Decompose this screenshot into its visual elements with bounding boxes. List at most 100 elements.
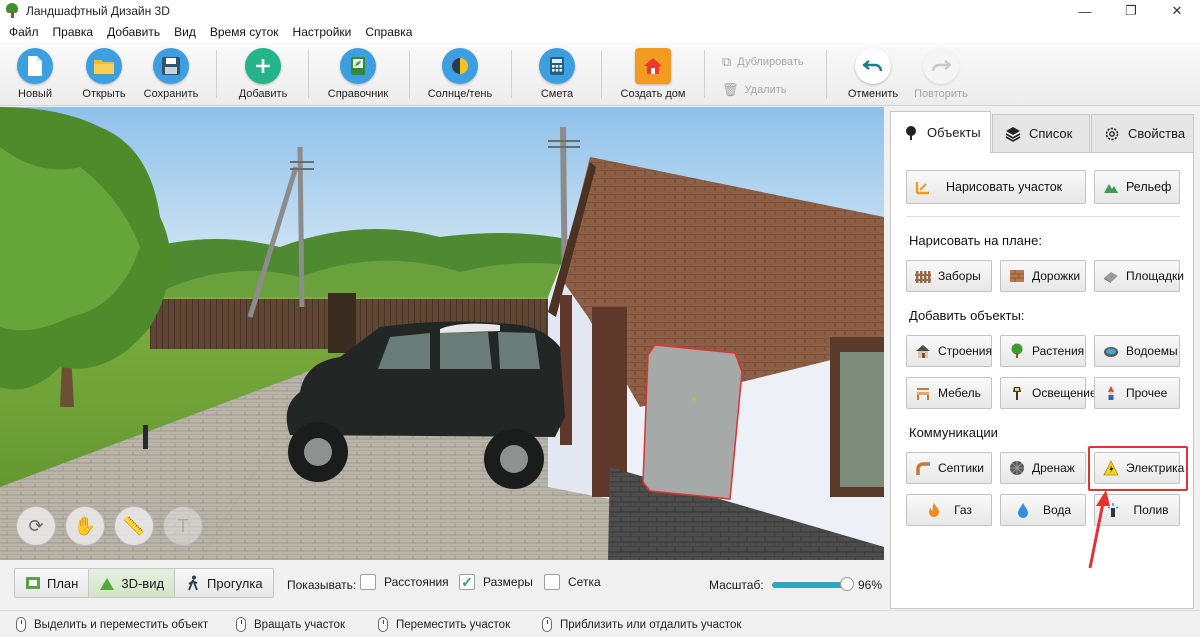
menu-settings[interactable]: Настройки: [286, 25, 359, 39]
calculator-icon: [539, 48, 575, 84]
paving-icon: [1010, 270, 1024, 282]
open-button[interactable]: Открыть: [80, 48, 128, 100]
menu-time-of-day[interactable]: Время суток: [203, 25, 286, 39]
distances-checkbox[interactable]: Расстояния: [360, 574, 449, 590]
new-button[interactable]: Новый: [12, 48, 58, 100]
relief-label: Рельеф: [1126, 180, 1172, 194]
plan-mode-label: План: [47, 575, 79, 591]
duplicate-button[interactable]: ⧉ Дублировать: [722, 54, 804, 70]
areas-button[interactable]: Площадки: [1094, 260, 1184, 292]
communications-title: Коммуникации: [909, 425, 998, 440]
grid-label: Сетка: [568, 575, 601, 589]
undo-button[interactable]: Отменить: [846, 48, 900, 100]
scene-3d-viewport[interactable]: ⚡ ⟳ ✋ 📏 T: [0, 107, 884, 560]
menu-file[interactable]: Файл: [2, 25, 46, 39]
hand-pan-icon[interactable]: ✋: [65, 506, 105, 546]
plants-button[interactable]: Растения: [1000, 335, 1086, 367]
drainage-label: Дренаж: [1032, 461, 1075, 475]
delete-button[interactable]: 🗑 Удалить: [722, 82, 787, 98]
ponds-label: Водоемы: [1126, 344, 1178, 358]
reference-button[interactable]: Справочник: [326, 48, 390, 100]
fences-label: Заборы: [938, 269, 981, 283]
scale-slider-handle[interactable]: [839, 577, 854, 591]
panel-tabs: Объекты Список Свойства: [890, 111, 1194, 153]
septic-button[interactable]: Септики: [906, 452, 992, 484]
hint-select-text: Выделить и переместить объект: [34, 618, 209, 631]
sun-shadow-button[interactable]: Солнце/тень: [426, 48, 494, 100]
scale-slider[interactable]: [772, 577, 854, 591]
layers-icon: [1005, 126, 1021, 142]
objects-panel: Объекты Список Свойства Нарисовать участ…: [890, 111, 1194, 609]
draw-plot-button[interactable]: Нарисовать участок: [906, 170, 1086, 204]
show-label: Показывать:: [287, 578, 357, 592]
sizes-checkbox-box[interactable]: ✓: [459, 574, 475, 590]
walk-mode-button[interactable]: Прогулка: [175, 569, 273, 597]
tab-list[interactable]: Список: [992, 114, 1090, 152]
walking-person-icon: [188, 575, 198, 591]
plan-mode-button[interactable]: План: [15, 569, 90, 597]
minimize-button[interactable]: —: [1062, 0, 1108, 22]
tab-properties[interactable]: Свойства: [1091, 114, 1194, 152]
furniture-label: Мебель: [938, 386, 981, 400]
text-tool-icon[interactable]: T: [163, 506, 203, 546]
close-button[interactable]: ✕: [1154, 0, 1200, 22]
mouse-wheel-icon: [542, 617, 552, 632]
folder-icon: [86, 48, 122, 84]
menu-edit[interactable]: Правка: [46, 25, 101, 39]
paths-button[interactable]: Дорожки: [1000, 260, 1086, 292]
maximize-button[interactable]: ❐: [1108, 0, 1154, 22]
mouse-right-icon: [236, 617, 246, 632]
create-house-button[interactable]: Создать дом: [618, 48, 688, 100]
save-label: Сохранить: [143, 88, 199, 100]
redo-button[interactable]: Повторить: [912, 48, 970, 100]
toolbar-separator: [216, 50, 217, 98]
svg-text:⚡: ⚡: [690, 395, 697, 406]
objects-tab-content: Нарисовать участок Рельеф Нарисовать на …: [890, 152, 1194, 609]
grid-checkbox[interactable]: Сетка: [544, 574, 601, 590]
hint-move-text: Переместить участок: [396, 618, 511, 631]
sizes-checkbox[interactable]: ✓ Размеры: [459, 574, 533, 590]
open-label: Открыть: [82, 88, 126, 100]
menu-view[interactable]: Вид: [167, 25, 203, 39]
fence-icon: [915, 271, 931, 283]
gnome-icon: [1108, 386, 1114, 400]
grid-checkbox-box[interactable]: [544, 574, 560, 590]
distances-checkbox-box[interactable]: [360, 574, 376, 590]
water-label: Вода: [1042, 503, 1072, 517]
menu-add[interactable]: Добавить: [100, 25, 167, 39]
tree-icon: [906, 125, 916, 140]
estimate-button[interactable]: Смета: [536, 48, 578, 100]
drainage-button[interactable]: Дренаж: [1000, 452, 1086, 484]
save-button[interactable]: Сохранить: [142, 48, 200, 100]
water-button[interactable]: Вода: [1000, 494, 1086, 526]
plants-label: Растения: [1032, 344, 1085, 358]
furniture-button[interactable]: Мебель: [906, 377, 992, 409]
duplicate-icon: ⧉: [722, 54, 732, 69]
tab-objects[interactable]: Объекты: [890, 111, 991, 153]
menu-help[interactable]: Справка: [358, 25, 419, 39]
building-icon: [916, 345, 930, 358]
fences-button[interactable]: Заборы: [906, 260, 992, 292]
scene-3d-render: ⚡: [0, 107, 884, 560]
septic-label: Септики: [938, 461, 984, 475]
rotate-view-icon[interactable]: ⟳: [16, 506, 56, 546]
lighting-button[interactable]: Освещение: [1000, 377, 1097, 409]
other-button[interactable]: Прочее: [1094, 377, 1180, 409]
ponds-button[interactable]: Водоемы: [1094, 335, 1180, 367]
buildings-button[interactable]: Строения: [906, 335, 992, 367]
lighting-label: Освещение: [1032, 386, 1097, 400]
status-bar: Выделить и переместить объект Вращать уч…: [0, 610, 1200, 637]
3d-mode-button[interactable]: 3D-вид: [89, 569, 176, 597]
mountain-icon: [1104, 184, 1118, 193]
ruler-icon[interactable]: 📏: [114, 506, 154, 546]
relief-button[interactable]: Рельеф: [1094, 170, 1180, 204]
plan-icon: [26, 577, 40, 589]
gas-button[interactable]: Газ: [906, 494, 992, 526]
mouse-middle-icon: [378, 617, 388, 632]
panel-divider: [906, 216, 1180, 217]
irrigation-label: Полив: [1133, 503, 1169, 517]
mouse-left-icon: [16, 617, 26, 632]
water-drop-icon: [1017, 503, 1028, 518]
create-house-label: Создать дом: [620, 88, 686, 100]
add-button[interactable]: Добавить: [236, 48, 290, 100]
